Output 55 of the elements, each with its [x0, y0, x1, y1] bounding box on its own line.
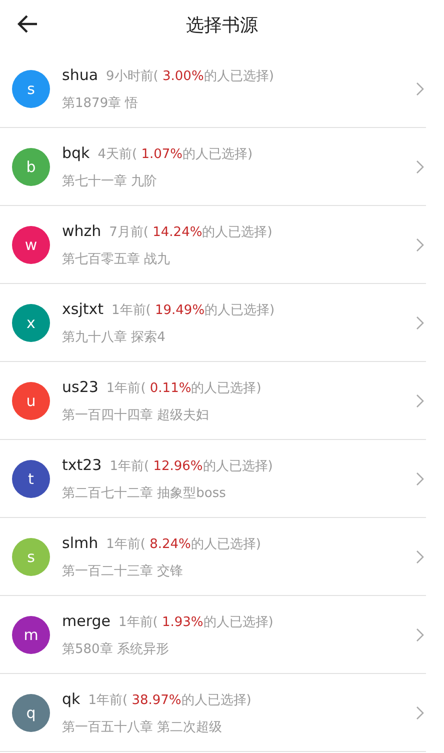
source-stats: 4天前( 1.07%的人已选择): [98, 146, 253, 162]
chevron-icon: [416, 82, 424, 96]
source-avatar: q: [12, 694, 50, 732]
latest-chapter: 第580章 系统异形: [62, 640, 170, 658]
source-item[interactable]: b bqk 4天前( 1.07%的人已选择) 第七十一章 九阶: [0, 128, 426, 206]
source-stats: 7月前( 14.24%的人已选择): [109, 224, 272, 240]
source-stats: 1年前( 0.11%的人已选择): [106, 380, 262, 396]
latest-chapter: 第七百零五章 战九: [62, 250, 172, 268]
source-avatar: t: [12, 460, 50, 498]
chevron-icon: [416, 628, 424, 642]
source-avatar: u: [12, 382, 50, 420]
source-name: merge: [62, 612, 110, 630]
source-avatar: s: [12, 70, 50, 108]
latest-chapter: 第二百七十二章 抽象型boss: [62, 484, 227, 502]
latest-chapter: 第一百四十四章 超级夫妇: [62, 406, 210, 424]
source-stats: 1年前( 19.49%的人已选择): [112, 302, 275, 318]
source-item[interactable]: x xsjtxt 1年前( 19.49%的人已选择) 第九十八章 探索4: [0, 284, 426, 362]
source-name: xsjtxt: [62, 300, 104, 318]
source-item[interactable]: w whzh 7月前( 14.24%的人已选择) 第七百零五章 战九: [0, 206, 426, 284]
chevron-icon: [416, 160, 424, 174]
source-item[interactable]: m merge 1年前( 1.93%的人已选择) 第580章 系统异形: [0, 596, 426, 674]
source-name: us23: [62, 378, 98, 396]
chevron-icon: [416, 238, 424, 252]
source-avatar: b: [12, 148, 50, 186]
source-name: shua: [62, 66, 98, 84]
chevron-icon: [416, 316, 424, 330]
source-stats: 1年前( 12.96%的人已选择): [110, 458, 273, 474]
source-stats: 1年前( 8.24%的人已选择): [106, 536, 261, 552]
chevron-icon: [416, 550, 424, 564]
source-item[interactable]: s slmh 1年前( 8.24%的人已选择) 第一百二十三章 交锋: [0, 518, 426, 596]
source-item[interactable]: t txt23 1年前( 12.96%的人已选择) 第二百七十二章 抽象型boss: [0, 440, 426, 518]
source-stats: 1年前( 38.97%的人已选择): [88, 692, 252, 708]
source-item[interactable]: u us23 1年前( 0.11%的人已选择) 第一百四十四章 超级夫妇: [0, 362, 426, 440]
source-name: whzh: [62, 222, 102, 240]
source-item[interactable]: q qk 1年前( 38.97%的人已选择) 第一百五十八章 第二次超级: [0, 674, 426, 752]
source-item[interactable]: s shua 9小时前( 3.00%的人已选择) 第1879章 悟: [0, 50, 426, 128]
source-avatar: m: [12, 616, 50, 654]
chevron-icon: [416, 472, 424, 486]
latest-chapter: 第一百五十八章 第二次超级: [62, 718, 224, 736]
source-stats: 1年前( 1.93%的人已选择): [118, 614, 274, 630]
source-avatar: s: [12, 538, 50, 576]
chevron-icon: [416, 394, 424, 408]
chevron-icon: [416, 706, 424, 720]
source-name: bqk: [62, 144, 90, 162]
source-avatar: w: [12, 226, 50, 264]
source-stats: 9小时前( 3.00%的人已选择): [106, 68, 274, 84]
latest-chapter: 第七十一章 九阶: [62, 172, 158, 190]
latest-chapter: 第九十八章 探索4: [62, 328, 166, 346]
page-title: 选择书源: [186, 14, 258, 37]
source-name: qk: [62, 690, 80, 708]
source-name: txt23: [62, 456, 102, 474]
latest-chapter: 第一百二十三章 交锋: [62, 562, 184, 580]
source-avatar: x: [12, 304, 50, 342]
latest-chapter: 第1879章 悟: [62, 94, 140, 112]
source-name: slmh: [62, 534, 98, 552]
